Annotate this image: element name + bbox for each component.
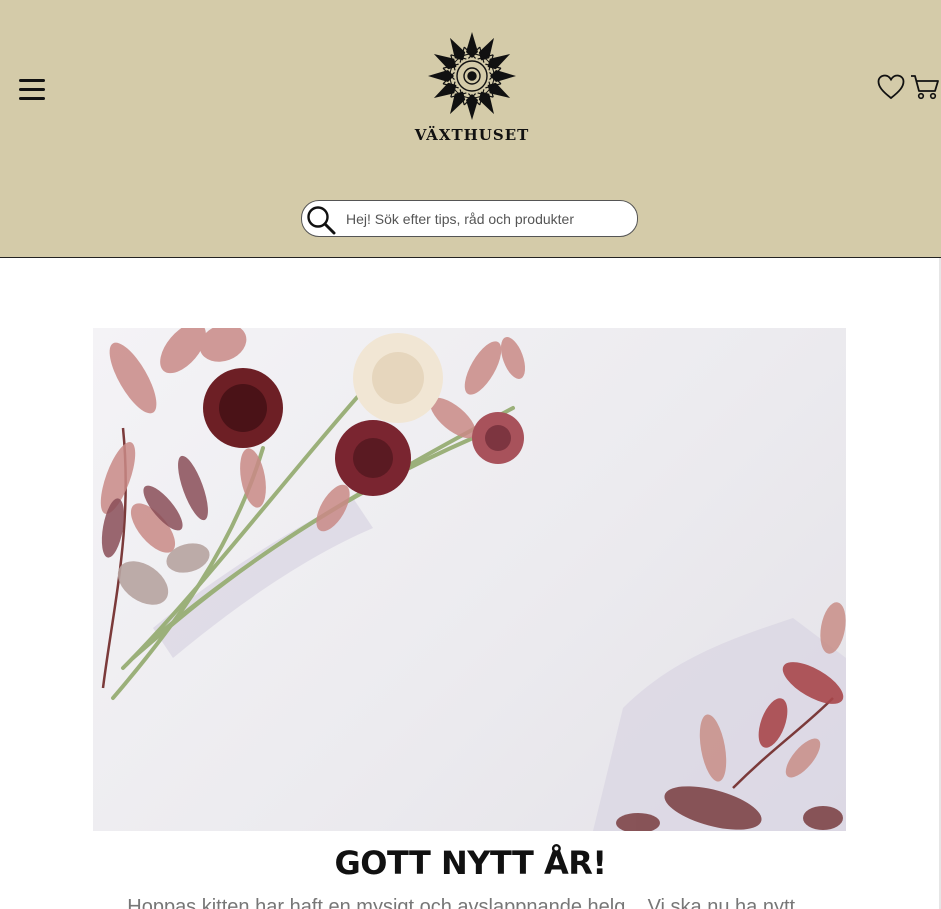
shopping-cart-icon[interactable] — [910, 73, 940, 101]
post-intro: Hoppas kitten har haft en mysigt och avs… — [127, 896, 812, 909]
search-bar — [301, 200, 638, 237]
brand-name: VÄXTHUSET — [414, 126, 530, 144]
site-header: VÄXTHUSET — [0, 0, 941, 258]
hero-image — [93, 328, 846, 831]
heart-icon[interactable] — [877, 74, 905, 100]
search-icon[interactable] — [306, 205, 336, 235]
search-input[interactable] — [346, 207, 626, 231]
mandala-logo-icon — [428, 32, 516, 120]
site-logo[interactable]: VÄXTHUSET — [410, 30, 534, 148]
post-title: GOTT NYTT ÅR! — [334, 844, 607, 882]
hamburger-menu-icon[interactable] — [19, 79, 45, 101]
